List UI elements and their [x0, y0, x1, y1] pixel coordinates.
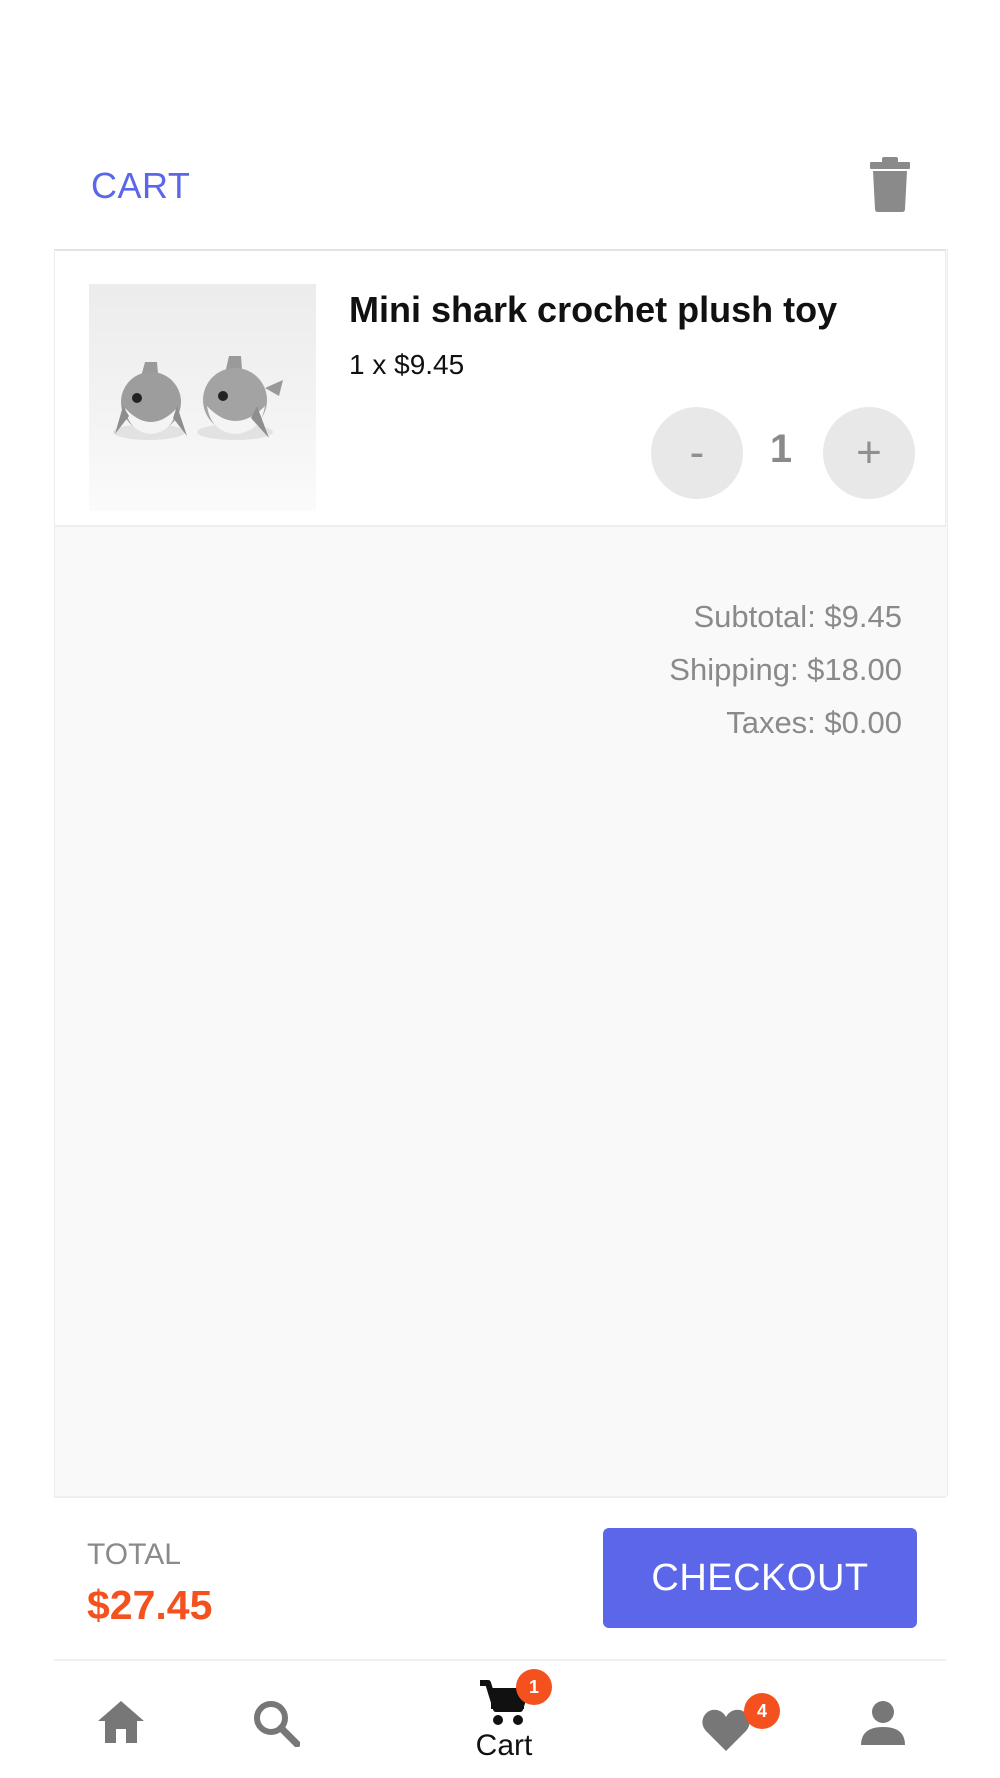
product-price-line: 1 x $9.45: [349, 349, 465, 380]
page-title: CART: [91, 165, 191, 206]
taxes-text: Taxes: $0.00: [726, 705, 902, 740]
quantity-value: 1: [769, 427, 793, 471]
product-image[interactable]: [89, 284, 316, 511]
nav-cart[interactable]: 1 Cart: [454, 1669, 554, 1774]
shipping-text: Shipping: $18.00: [669, 652, 902, 687]
total-label: TOTAL: [87, 1538, 181, 1571]
order-summary: Subtotal: $9.45 Shipping: $18.00 Taxes: …: [669, 590, 902, 749]
trash-icon[interactable]: [868, 155, 912, 213]
total-bar: TOTAL $27.45 CHECKOUT: [54, 1496, 946, 1661]
bottom-navigation: 1 Cart 4: [0, 1663, 1000, 1778]
subtotal-text: Subtotal: $9.45: [693, 599, 902, 634]
nav-cart-label: Cart: [475, 1729, 533, 1762]
home-icon[interactable]: [96, 1699, 146, 1745]
decrease-quantity-button[interactable]: -: [651, 407, 743, 499]
shark-plush-image: [113, 356, 283, 440]
person-icon[interactable]: [858, 1699, 908, 1747]
nav-favorites[interactable]: 4: [700, 1693, 782, 1755]
search-icon[interactable]: [252, 1699, 300, 1747]
cart-count-badge: 1: [516, 1669, 552, 1705]
header: CART: [0, 140, 1000, 250]
checkout-button[interactable]: CHECKOUT: [603, 1528, 917, 1628]
product-name[interactable]: Mini shark crochet plush toy: [349, 289, 837, 331]
increase-quantity-button[interactable]: +: [823, 407, 915, 499]
total-value: $27.45: [87, 1582, 213, 1628]
cart-item-card: Mini shark crochet plush toy 1 x $9.45 -…: [54, 249, 946, 527]
favorites-count-badge: 4: [744, 1693, 780, 1729]
